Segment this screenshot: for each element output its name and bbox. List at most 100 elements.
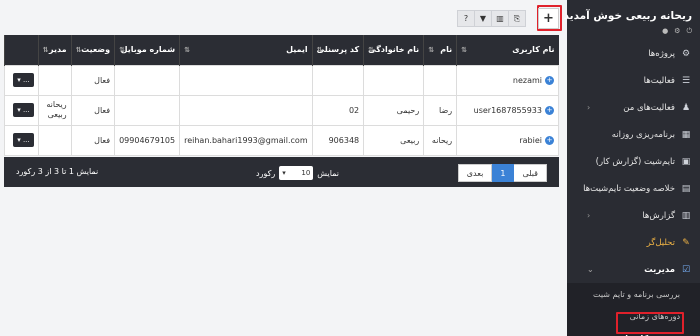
cell-email: reihan.bahari1993@gmail.com [179,124,313,156]
column-header[interactable]: نام خانوادگی ⇅ [363,35,424,65]
chevron-down-icon: ▾ [282,169,286,177]
column-header[interactable]: وضعیت ⇅ [70,35,115,65]
sidebar-item-reports[interactable]: ▥ گزارش‌ها ‹ [567,202,700,229]
export-icon[interactable]: ⎘ [508,10,526,27]
cell-username: +user1687855933 [456,94,559,126]
column-header[interactable]: مدیر ⇅ [37,35,72,65]
add-user-button[interactable]: + [538,8,559,29]
sort-icon: ⇅ [428,46,435,54]
sidebar-item-management[interactable]: ☑ مدیریت ⌄ [567,256,700,283]
users-table: نام کاربری ⇅ نام ⇅ نام خانوادگی ⇅ کد پرسنلی… [4,35,559,156]
sidebar-menu: ⚙ پروژه‌ها ☰ فعالیت‌ها ♟ فعالیت‌های من ‹… [567,40,700,283]
submenu-item-periods[interactable]: دوره‌های زمانی [567,305,700,327]
column-header-label: وضعیت [81,44,111,54]
show-label: نمایش [317,168,339,178]
cell-mobile [114,94,181,126]
header-tools: ⏻ ⚙ ● [573,27,692,36]
table-footer: قبلی 1 بعدی نمایش 10 ▾ رکورد نمایش 1 تا … [4,157,559,187]
sidebar-item-projects[interactable]: ⚙ پروژه‌ها [567,40,700,67]
sidebar-item-label: تایم‌شیت (گزارش کار) [595,156,675,167]
row-actions-button[interactable]: ... ▾ [13,103,34,117]
sort-icon: ⇅ [184,46,190,54]
cell-last-name: رحیمی [363,94,425,126]
sidebar-item-label: برنامه‌ریزی روزانه [611,129,675,140]
page-number-button[interactable]: 1 [491,164,515,182]
column-header[interactable]: نام ⇅ [423,35,457,65]
sidebar-item-label: خلاصه وضعیت تایم‌شیت‌ها [583,183,675,194]
column-header-label: مدیر [49,44,67,54]
chevron-left-icon: ‹ [587,211,591,220]
sidebar-item-timesheet[interactable]: ▣ تایم‌شیت (گزارش کار) [567,148,700,175]
cell-text: nezami [512,75,542,85]
sort-icon: ⇅ [119,46,125,54]
expand-row-icon[interactable]: + [545,135,554,145]
app-root: ریحانه ربیعی خوش آمدید ⏻ ⚙ ● ⚙ پروژه‌ها … [0,0,700,336]
sidebar-item-my-activities[interactable]: ♟ فعالیت‌های من ‹ [567,94,700,121]
row-actions-button[interactable]: ... ▾ [13,73,34,87]
sidebar-item-activities[interactable]: ☰ فعالیت‌ها [567,67,700,94]
cell-username: +rabiei [456,124,559,156]
column-header[interactable]: شماره موبایل ⇅ [114,35,180,65]
table-row[interactable]: +nezami فعال ... ▾ [4,64,559,96]
actions-header [4,35,39,65]
calendar-icon: ▦ [681,129,691,140]
cell-mobile: 09904679105 [114,124,181,156]
page-size-select[interactable]: 10 ▾ [279,166,314,180]
cell-email [179,94,313,126]
timesheet-icon: ▣ [681,156,691,167]
table-toolbar: + ⎘ ▥ ▼ ? [457,8,559,29]
expand-row-icon[interactable]: + [545,105,554,115]
cell-personnel-code: 906348 [311,124,365,156]
table-row[interactable]: +rabiei ریحانه ربیعی 906348 reihan.bahar… [4,124,559,156]
cell-manager [37,124,72,156]
expand-row-icon[interactable]: + [545,75,554,85]
cell-first-name [423,64,458,96]
cell-last-name: ربیعی [363,124,425,156]
filter-icon[interactable]: ▼ [474,10,492,27]
cell-manager: ریحانه ربیعی [37,94,72,126]
sort-icon: ⇅ [75,46,82,54]
sort-icon: ⇅ [316,46,323,54]
submenu-item-user-management[interactable]: مدیریت کاربران [567,327,700,336]
pagination: قبلی 1 بعدی [457,164,547,182]
sidebar-header: ریحانه ربیعی خوش آمدید ⏻ ⚙ ● [564,0,700,40]
analyzer-icon: ✎ [682,237,690,248]
columns-icon[interactable]: ▥ [491,10,509,27]
cell-personnel-code [311,64,365,96]
column-header-label: شماره موبایل [120,44,176,54]
gear-icon[interactable]: ⚙ [674,27,680,36]
cell-first-name: ریحانه [423,124,458,156]
submenu-item-review[interactable]: بررسی برنامه و تایم شیت [567,283,700,305]
sort-icon: ⇅ [461,46,468,54]
sidebar-item-label: تحلیل‌گر [646,237,675,248]
column-header-label: ایمیل [286,44,308,54]
power-icon[interactable]: ⏻ [686,27,692,36]
user-icon[interactable]: ● [662,27,668,36]
column-header-label: نام خانوادگی [368,44,420,54]
column-header-label: نام کاربری [512,44,555,54]
sidebar-item-label: پروژه‌ها [648,48,675,59]
sort-icon: ⇅ [42,46,49,54]
table-row[interactable]: +user1687855933 رضا رحیمی 02 فعال ریحانه… [4,94,559,126]
help-icon[interactable]: ? [457,10,475,27]
records-label: رکورد [256,168,276,178]
main-content: + ⎘ ▥ ▼ ? نام کاربری ⇅ نام ⇅ نام خانوادگی ⇅… [0,0,567,336]
sidebar: ریحانه ربیعی خوش آمدید ⏻ ⚙ ● ⚙ پروژه‌ها … [564,0,700,336]
sidebar-item-daily-planning[interactable]: ▦ برنامه‌ریزی روزانه [567,121,700,148]
summary-icon: ▤ [681,183,691,194]
cell-username: +nezami [456,64,559,96]
sidebar-item-analyzer[interactable]: ✎ تحلیل‌گر [567,229,700,256]
column-header[interactable]: ایمیل ⇅ [179,35,313,65]
sidebar-item-timesheet-summary[interactable]: ▤ خلاصه وضعیت تایم‌شیت‌ها [567,175,700,202]
prev-page-button[interactable]: قبلی [513,164,547,182]
row-actions-label: ... [22,106,30,114]
cell-first-name: رضا [423,94,458,126]
cell-status: فعال [70,64,116,96]
cell-email [179,64,313,96]
row-actions-button[interactable]: ... ▾ [13,133,34,147]
next-page-button[interactable]: بعدی [457,164,493,182]
column-header[interactable]: نام کاربری ⇅ [456,35,559,65]
column-header[interactable]: کد پرسنلی ⇅ [311,35,364,65]
column-header-label: نام [440,44,453,54]
cell-text: user1687855933 [473,105,542,115]
